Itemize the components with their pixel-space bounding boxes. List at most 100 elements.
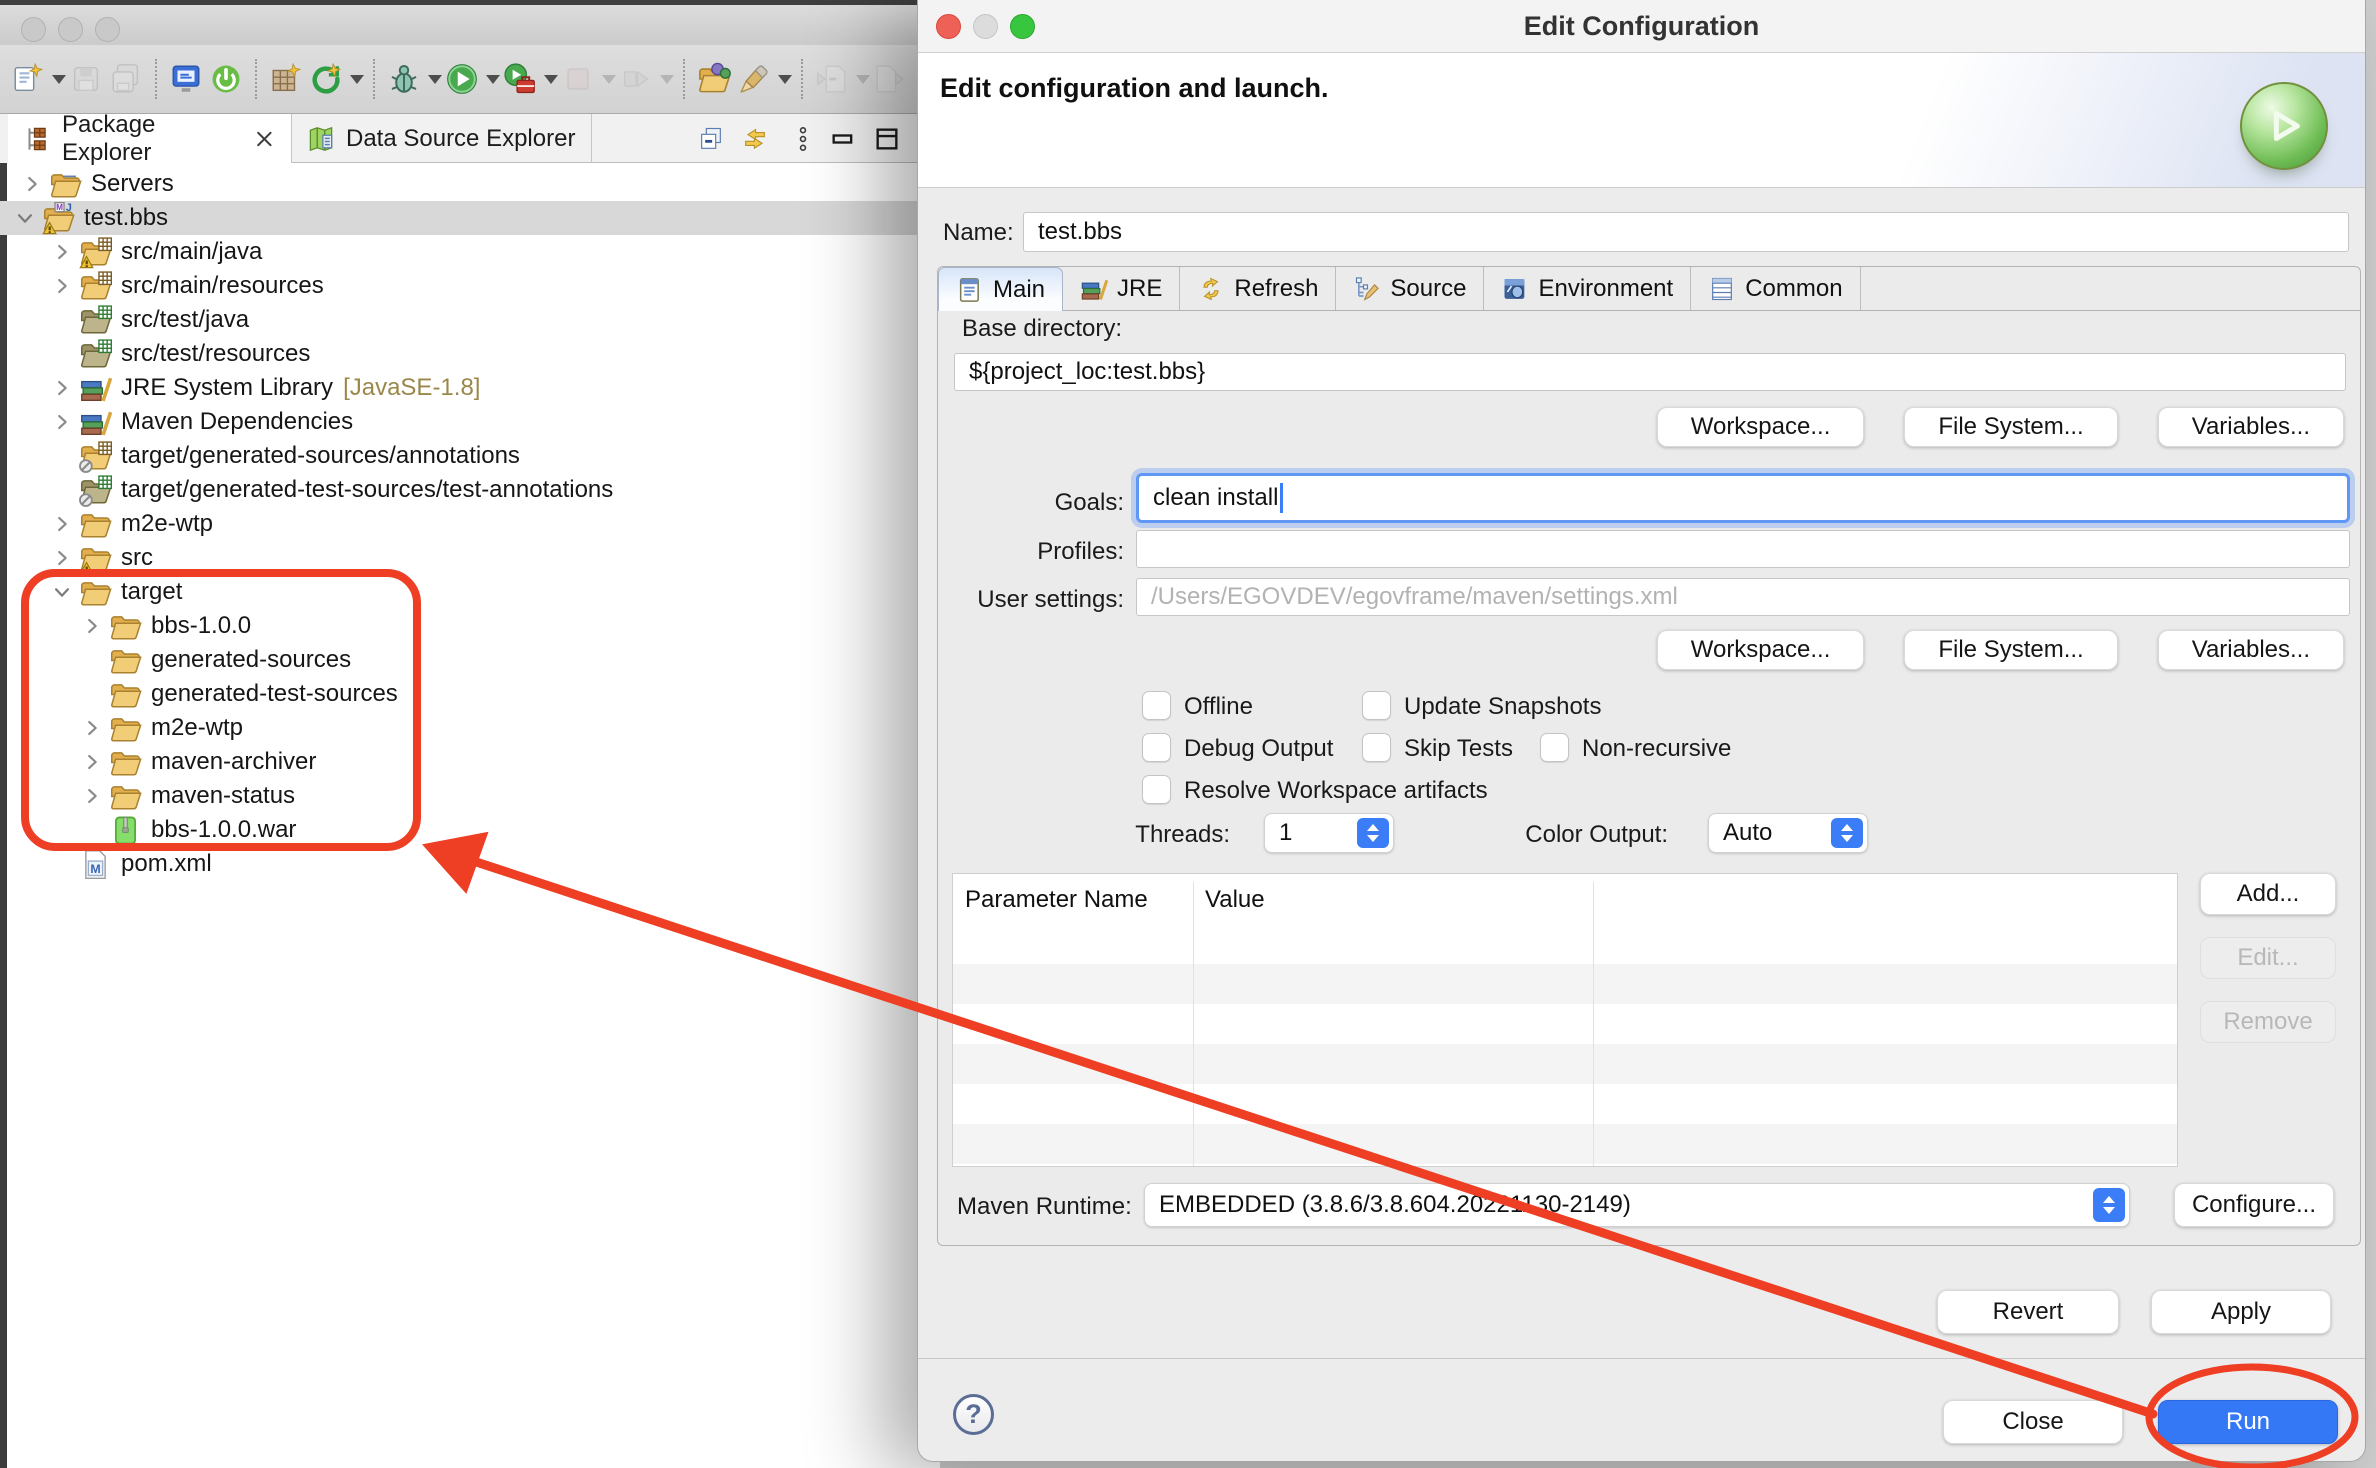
search-references-button[interactable] [694,55,734,103]
expand-arrow-icon[interactable] [10,203,40,233]
dialog-titlebar[interactable]: Edit Configuration [918,0,2365,53]
tree-row-src-main-java[interactable]: src/main/java [7,235,917,269]
expand-arrow-icon[interactable] [47,339,77,369]
resolve-workspace-artifacts-checkbox[interactable] [1142,775,1171,804]
tree-row-bbs-1.0.0.war[interactable]: bbs-1.0.0.war [7,813,917,847]
debug-output-checkbox[interactable] [1142,733,1171,762]
tree-row-generated-test-sources[interactable]: generated-test-sources [7,677,917,711]
zoom-traffic-light[interactable] [95,17,120,42]
base-directory-input[interactable]: ${project_loc:test.bbs} [954,353,2346,391]
stepper-icon[interactable] [2093,1188,2125,1222]
dropdown-caret-icon[interactable] [428,75,442,84]
expand-arrow-icon[interactable] [47,407,77,437]
tab-data-source-explorer[interactable]: Data Source Explorer [292,114,592,163]
highlighter-button[interactable] [734,55,774,103]
expand-arrow-icon[interactable] [77,781,107,811]
coverage-button[interactable] [266,55,306,103]
dialog-tab-main[interactable]: Main [938,267,1063,311]
view-menu-icon[interactable] [786,124,820,154]
refresh-coverage-button[interactable] [306,55,346,103]
expand-arrow-icon[interactable] [47,475,77,505]
workspace-button[interactable]: Workspace... [1657,407,1865,447]
expand-arrow-icon[interactable] [47,577,77,607]
goals-input[interactable]: clean install [1136,473,2350,523]
tree-row-test.bbs[interactable]: MJ test.bbs [0,201,917,235]
expand-arrow-icon[interactable] [47,441,77,471]
column-parameter-name[interactable]: Parameter Name [965,886,1148,914]
offline-checkbox[interactable] [1142,691,1171,720]
dialog-tab-refresh[interactable]: Refresh [1180,267,1336,310]
name-input[interactable]: test.bbs [1023,212,2349,252]
dialog-tab-environment[interactable]: Environment [1484,267,1691,310]
revert-button[interactable]: Revert [1937,1290,2119,1334]
dropdown-caret-icon[interactable] [52,75,66,84]
tree-row-maven-dependencies[interactable]: Maven Dependencies [7,405,917,439]
tree-row-m2e-wtp[interactable]: m2e-wtp [7,507,917,541]
zoom-traffic-light[interactable] [1010,14,1035,39]
tree-row-src-test-resources[interactable]: src/test/resources [7,337,917,371]
expand-arrow-icon[interactable] [47,849,77,879]
expand-arrow-icon[interactable] [77,679,107,709]
variables-button[interactable]: Variables... [2158,407,2344,447]
run-external-tools-button[interactable] [500,55,540,103]
non-recursive-checkbox[interactable] [1540,733,1569,762]
dropdown-caret-icon[interactable] [544,75,558,84]
dropdown-caret-icon[interactable] [778,75,792,84]
color-output-select[interactable]: Auto [1708,813,1868,853]
expand-arrow-icon[interactable] [47,373,77,403]
expand-arrow-icon[interactable] [47,305,77,335]
update-snapshots-checkbox[interactable] [1362,691,1391,720]
dialog-tab-common[interactable]: Common [1691,267,1860,310]
column-value[interactable]: Value [1205,886,1265,914]
tree-row-target[interactable]: target [7,575,917,609]
close-icon[interactable] [252,126,277,152]
tree-row-pom.xml[interactable]: M pom.xml [7,847,917,881]
tree-row-target-generated-test-sources-test-annotations[interactable]: target/generated-test-sources/test-annot… [7,473,917,507]
stepper-icon[interactable] [1831,818,1863,848]
close-button[interactable]: Close [1943,1400,2123,1444]
add-button[interactable]: Add... [2200,873,2336,915]
tree-row-generated-sources[interactable]: generated-sources [7,643,917,677]
dialog-tab-jre[interactable]: JRE [1063,267,1180,310]
help-icon[interactable]: ? [953,1394,994,1435]
tree-row-servers[interactable]: Servers [7,167,917,201]
debug-button[interactable] [384,55,424,103]
close-traffic-light[interactable] [21,17,46,42]
maven-runtime-select[interactable]: EMBEDDED (3.8.6/3.8.604.20221130-2149) [1144,1183,2130,1227]
minimize-traffic-light[interactable] [58,17,83,42]
link-with-editor-icon[interactable] [738,124,772,154]
tree-row-maven-archiver[interactable]: maven-archiver [7,745,917,779]
edit-button[interactable]: Edit... [2200,937,2336,979]
dropdown-caret-icon[interactable] [350,75,364,84]
variables-button[interactable]: Variables... [2158,630,2344,670]
expand-arrow-icon[interactable] [77,645,107,675]
user-settings-input[interactable]: /Users/EGOVDEV/egovframe/maven/settings.… [1136,578,2350,616]
file-system-button[interactable]: File System... [1904,407,2117,447]
expand-arrow-icon[interactable] [77,713,107,743]
skip-tests-checkbox[interactable] [1362,733,1391,762]
expand-arrow-icon[interactable] [77,611,107,641]
tree-row-src-test-java[interactable]: src/test/java [7,303,917,337]
dialog-tab-source[interactable]: Source [1336,267,1484,310]
expand-arrow-icon[interactable] [77,815,107,845]
expand-arrow-icon[interactable] [47,237,77,267]
tree-row-src-main-resources[interactable]: src/main/resources [7,269,917,303]
run-button[interactable]: Run [2158,1400,2338,1444]
workspace-button[interactable]: Workspace... [1657,630,1865,670]
minimize-view-icon[interactable] [826,124,860,154]
parameters-table[interactable]: Parameter Name Value [952,873,2178,1167]
expand-arrow-icon[interactable] [47,543,77,573]
new-wizard-button[interactable] [8,55,48,103]
maximize-view-icon[interactable] [870,124,904,154]
apply-button[interactable]: Apply [2151,1290,2331,1334]
open-console-button[interactable] [166,55,206,103]
collapse-all-icon[interactable] [694,124,728,154]
tree-row-maven-status[interactable]: maven-status [7,779,917,813]
tree-row-src[interactable]: src [7,541,917,575]
tree-row-bbs-1.0.0[interactable]: bbs-1.0.0 [7,609,917,643]
run-button[interactable] [442,55,482,103]
expand-arrow-icon[interactable] [47,509,77,539]
expand-arrow-icon[interactable] [47,271,77,301]
expand-arrow-icon[interactable] [17,169,47,199]
tree-row-m2e-wtp[interactable]: m2e-wtp [7,711,917,745]
